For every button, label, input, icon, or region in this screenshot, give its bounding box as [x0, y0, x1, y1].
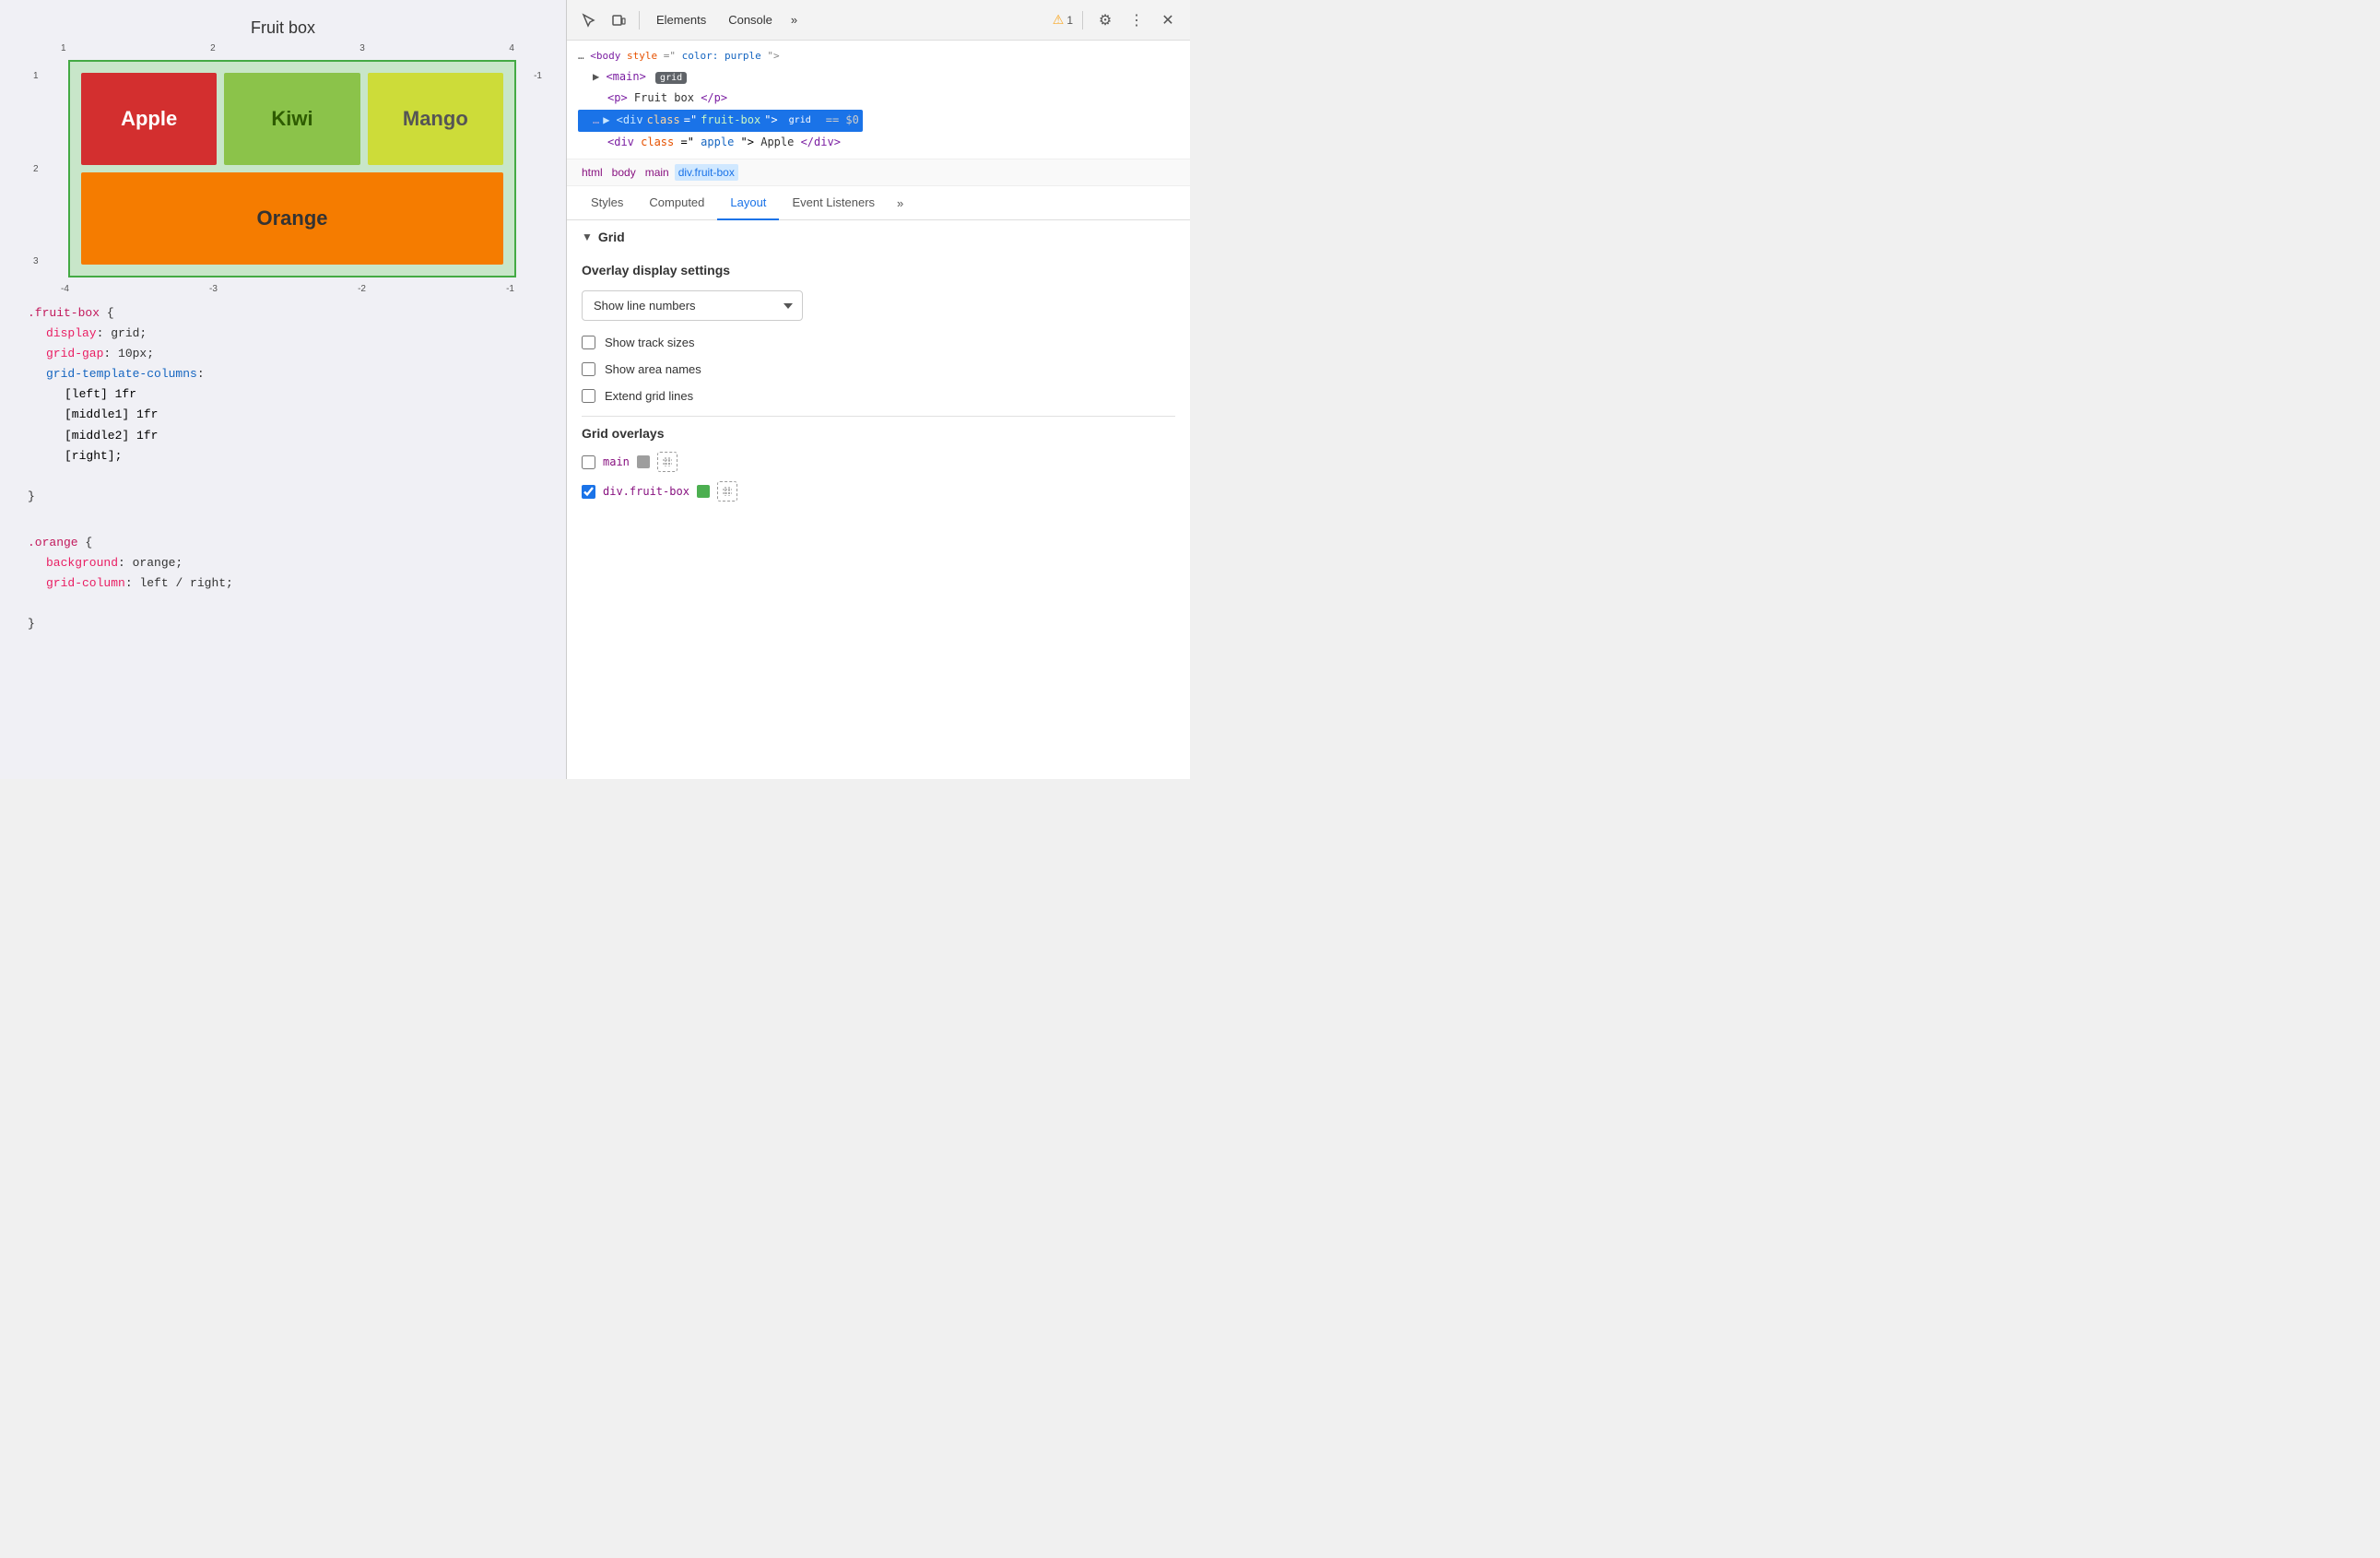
close-button[interactable]: ✕ [1155, 7, 1181, 33]
line-nums-left: 1 2 3 [33, 71, 39, 266]
panel-content: ▼ Grid Overlay display settings Show lin… [567, 220, 1190, 779]
breadcrumb-main[interactable]: main [642, 164, 673, 181]
main-grid-overlay-icon [662, 456, 673, 467]
dom-line-fruit-box[interactable]: … ▶ <div class =" fruit-box "> grid == $… [578, 110, 863, 132]
main-color-swatch [637, 455, 650, 468]
right-panel: Elements Console » ⚠ 1 ⚙ ⋮ ✕ … <body sty… [567, 0, 1190, 779]
code-block-1: .fruit-box { display: grid; grid-gap: 10… [28, 303, 538, 507]
inspector-icon-button[interactable] [576, 7, 602, 33]
fruit-box-grid-overlay-icon [722, 486, 733, 497]
breadcrumb: html body main div.fruit-box [567, 159, 1190, 186]
fruit-box-overlay-row: div.fruit-box [582, 481, 1175, 502]
main-grid-icon-button[interactable] [657, 452, 677, 472]
more-options-button[interactable]: ⋮ [1124, 7, 1149, 33]
apple-cell: Apple [81, 73, 217, 165]
devtools-toolbar: Elements Console » ⚠ 1 ⚙ ⋮ ✕ [567, 0, 1190, 41]
dom-line-body[interactable]: … <body style =" color: purple "> [578, 46, 1179, 66]
warning-badge: ⚠ 1 [1053, 12, 1073, 28]
main-grid-badge: grid [655, 72, 687, 84]
toolbar-right: ⚠ 1 ⚙ ⋮ ✕ [1053, 7, 1181, 33]
grid-overlays-title: Grid overlays [582, 426, 1175, 441]
overlay-display-title: Overlay display settings [582, 263, 1175, 277]
kiwi-cell: Kiwi [224, 73, 359, 165]
tab-event-listeners[interactable]: Event Listeners [779, 186, 888, 220]
toolbar-divider-2 [1082, 11, 1083, 30]
panel-title: Fruit box [28, 18, 538, 38]
grid-outer: Apple Kiwi Mango Orange [68, 60, 516, 277]
warning-count: 1 [1066, 14, 1073, 27]
show-track-sizes-row: Show track sizes [582, 336, 1175, 349]
orange-cell: Orange [81, 172, 503, 265]
toolbar-divider [639, 11, 640, 30]
grid-section-title: Grid [598, 230, 625, 244]
overlay-display-dropdown[interactable]: Show line numbers Show track sizes Show … [582, 290, 803, 321]
dom-line-main[interactable]: ▶ <main> grid [578, 66, 1179, 89]
code-block-2: .orange { background: orange; grid-colum… [28, 533, 538, 634]
show-track-sizes-checkbox[interactable] [582, 336, 595, 349]
toolbar-more-button[interactable]: » [785, 9, 803, 30]
device-toolbar-button[interactable] [606, 7, 631, 33]
line-nums-top: 1 2 3 4 [61, 43, 514, 53]
show-track-sizes-label[interactable]: Show track sizes [605, 336, 695, 349]
line-nums-right: -1 [534, 71, 542, 266]
extend-grid-lines-label[interactable]: Extend grid lines [605, 389, 693, 403]
elements-tab-button[interactable]: Elements [647, 9, 715, 30]
tab-layout[interactable]: Layout [717, 186, 779, 220]
tab-styles[interactable]: Styles [578, 186, 636, 220]
fruit-box-overlay-checkbox[interactable] [582, 485, 595, 499]
breadcrumb-body[interactable]: body [608, 164, 640, 181]
dom-tree: … <body style =" color: purple "> ▶ <mai… [567, 41, 1190, 159]
left-panel: Fruit box 1 2 3 4 1 2 3 -1 -4 - [0, 0, 567, 779]
code-selector-2: .orange [28, 536, 78, 549]
breadcrumb-fruit-box[interactable]: div.fruit-box [675, 164, 738, 181]
section-divider [582, 416, 1175, 417]
grid-section-arrow: ▼ [582, 230, 593, 243]
tabs-more-button[interactable]: » [891, 187, 909, 219]
line-nums-bottom: -4 -3 -2 -1 [61, 284, 514, 294]
console-tab-button[interactable]: Console [719, 9, 782, 30]
grid-preview-wrapper: 1 2 3 4 1 2 3 -1 -4 -3 -2 -1 [28, 60, 538, 277]
grid-section-header[interactable]: ▼ Grid [567, 220, 1190, 254]
grid-section-body: Overlay display settings Show line numbe… [567, 254, 1190, 525]
settings-button[interactable]: ⚙ [1092, 7, 1118, 33]
fruit-box-grid-badge: grid [784, 112, 816, 130]
main-overlay-row: main [582, 452, 1175, 472]
extend-grid-lines-checkbox[interactable] [582, 389, 595, 403]
grid-container: Apple Kiwi Mango Orange [81, 73, 503, 265]
fruit-box-grid-icon-button[interactable] [717, 481, 737, 502]
show-area-names-row: Show area names [582, 362, 1175, 376]
code-selector-1: .fruit-box [28, 306, 100, 320]
show-area-names-label[interactable]: Show area names [605, 362, 701, 376]
breadcrumb-html[interactable]: html [578, 164, 607, 181]
main-overlay-label[interactable]: main [603, 455, 630, 468]
show-area-names-checkbox[interactable] [582, 362, 595, 376]
dom-line-p[interactable]: <p> Fruit box </p> [578, 88, 1179, 110]
main-overlay-checkbox[interactable] [582, 455, 595, 469]
tab-computed[interactable]: Computed [636, 186, 717, 220]
mango-cell: Mango [368, 73, 503, 165]
dropdown-row: Show line numbers Show track sizes Show … [582, 290, 1175, 321]
warning-icon: ⚠ [1053, 12, 1065, 28]
extend-grid-lines-row: Extend grid lines [582, 389, 1175, 403]
tabs-bar: Styles Computed Layout Event Listeners » [567, 186, 1190, 220]
dom-line-apple[interactable]: <div class =" apple "> Apple </div> [578, 132, 1179, 154]
fruit-box-color-swatch [697, 485, 710, 498]
fruit-box-overlay-label[interactable]: div.fruit-box [603, 485, 689, 498]
